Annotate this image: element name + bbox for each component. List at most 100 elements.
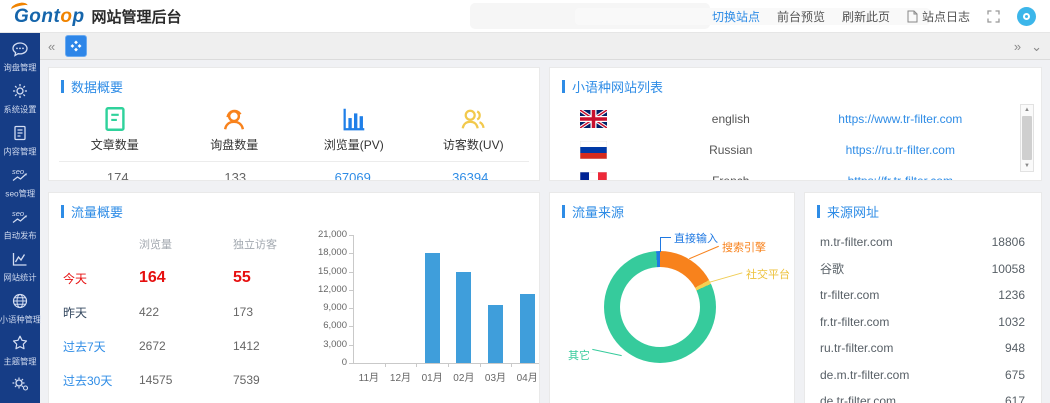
traffic-source-donut-chart: 直接输入 搜索引擎 社交平台 其它 搜索引擎 社交平台 直接输入 — [550, 225, 794, 403]
sidebar-item-languages[interactable]: 小语种管理 — [0, 292, 40, 326]
referrer-row: tr-filter.com1236 — [820, 282, 1025, 309]
column-header-pv: 浏览量 — [139, 227, 233, 261]
tabs-scroll-left-button[interactable]: « — [48, 40, 55, 53]
gears-icon — [11, 376, 29, 391]
traffic-row-yesterday-link[interactable]: 昨天 — [63, 295, 139, 329]
log-document-icon — [907, 10, 918, 23]
traffic-row-today-link[interactable]: 今天 — [63, 261, 139, 295]
sidebar-item-auto-publish[interactable]: seo 自动发布 — [0, 208, 40, 242]
traffic-uv-today: 55 — [233, 261, 313, 295]
y-axis-tick — [349, 326, 353, 327]
sidebar-item-tools[interactable] — [0, 376, 40, 391]
stat-value-visitors: 36394 — [412, 170, 530, 181]
x-axis-label: 01月 — [416, 369, 448, 384]
traffic-row-30days-link[interactable]: 过去30天 — [63, 363, 139, 397]
scroll-down-icon[interactable]: ▼ — [1024, 161, 1030, 171]
language-site-row: Russian https://ru.tr-filter.com — [580, 134, 1007, 165]
language-name: French — [668, 174, 794, 182]
gear-icon — [11, 82, 29, 100]
sidebar-item-system-settings[interactable]: 系统设置 — [0, 82, 40, 116]
sidebar-item-content[interactable]: 内容管理 — [0, 124, 40, 158]
panel-data-summary: 数据概要 文章数量 询盘数量 浏览量(PV) — [48, 67, 540, 181]
stat-value-articles: 174 — [59, 170, 177, 181]
sidebar-item-inquiry[interactable]: 询盘管理 — [0, 40, 40, 74]
referrer-row: de.tr-filter.com617 — [820, 388, 1025, 403]
site-url-link[interactable]: https://ru.tr-filter.com — [794, 143, 1007, 157]
user-avatar[interactable] — [1017, 7, 1036, 26]
tabs-more-button[interactable]: ⌄ — [1031, 40, 1042, 53]
panel-title: 流量概要 — [49, 193, 539, 225]
x-axis-tick — [385, 363, 386, 367]
stat-value-inquiries: 133 — [177, 170, 295, 181]
traffic-row-7days-link[interactable]: 过去7天 — [63, 329, 139, 363]
y-axis-label: 0 — [313, 357, 347, 368]
stat-visitors: 访客数(UV) — [414, 101, 534, 153]
x-axis-tick — [480, 363, 481, 367]
left-sidebar: 询盘管理 系统设置 内容管理 seo seo管理 seo 自动发布 网站统计 小… — [0, 33, 40, 403]
x-axis-label: 12月 — [385, 369, 417, 384]
sidebar-item-themes[interactable]: 主题管理 — [0, 334, 40, 368]
language-site-row: english https://www.tr-filter.com — [580, 103, 1007, 134]
y-axis-label: 9,000 — [313, 302, 347, 313]
panel-language-sites: 小语种网站列表 english https://www.tr-filter.co… — [549, 67, 1042, 181]
logo-text: p — [72, 6, 84, 27]
page-title: 网站管理后台 — [92, 6, 182, 27]
switch-site-link[interactable]: 切换站点 — [712, 8, 760, 25]
seo-icon: seo — [10, 166, 30, 184]
tab-dashboard[interactable] — [65, 35, 87, 57]
language-name: Russian — [668, 143, 794, 157]
site-url-link[interactable]: https://fr.tr-filter.com — [794, 174, 1007, 182]
dashboard-icon — [70, 40, 82, 52]
scrollbar-thumb[interactable] — [1022, 116, 1032, 160]
referrer-row: ru.tr-filter.com948 — [820, 335, 1025, 362]
panel-title: 小语种网站列表 — [550, 68, 1041, 100]
tabs-scroll-right-button[interactable]: » — [1014, 40, 1021, 53]
customer-service-icon — [220, 105, 248, 133]
traffic-uv-7days: 1412 — [233, 329, 313, 363]
column-header-uv: 独立访客 — [233, 227, 313, 261]
y-axis-label: 12,000 — [313, 284, 347, 295]
russia-flag-icon — [580, 141, 607, 159]
y-axis-line — [353, 235, 354, 364]
brand-logo: Gontop — [14, 7, 85, 26]
scroll-up-icon[interactable]: ▲ — [1024, 105, 1030, 115]
callout-other: 其它 — [568, 347, 590, 363]
callout-search: 搜索引擎 — [722, 239, 766, 255]
y-axis-tick — [349, 253, 353, 254]
globe-icon — [11, 292, 29, 310]
x-axis-tick — [416, 363, 417, 367]
tab-bar: « » ⌄ — [40, 33, 1050, 60]
referrer-row: 谷歌10058 — [820, 256, 1025, 283]
language-name: english — [668, 112, 794, 126]
sidebar-item-seo[interactable]: seo seo管理 — [0, 166, 40, 200]
svg-text:seo: seo — [12, 167, 24, 176]
monthly-traffic-bar-chart: 03,0006,0009,00012,00015,00018,00021,000… — [313, 229, 535, 397]
sidebar-item-statistics[interactable]: 网站统计 — [0, 250, 40, 284]
scrollbar[interactable]: ▲ ▼ — [1020, 104, 1034, 172]
site-log-link[interactable]: 站点日志 — [907, 8, 970, 25]
bar-03月 — [488, 305, 503, 363]
x-axis-label: 04月 — [511, 369, 540, 384]
panel-traffic-source: 流量来源 直接输入 搜索引擎 社交平台 其它 搜索 — [549, 192, 795, 403]
x-axis-label: 03月 — [480, 369, 512, 384]
frontend-preview-link[interactable]: 前台预览 — [777, 8, 825, 25]
fullscreen-icon[interactable] — [987, 10, 1000, 23]
publish-icon: seo — [10, 208, 30, 226]
panel-title: 流量来源 — [550, 193, 794, 225]
bar-01月 — [425, 253, 440, 363]
bar-02月 — [456, 272, 471, 363]
y-axis-tick — [349, 345, 353, 346]
uk-flag-icon — [580, 110, 607, 128]
site-url-link[interactable]: https://www.tr-filter.com — [794, 112, 1007, 126]
stat-articles: 文章数量 — [55, 101, 175, 153]
y-axis-label: 15,000 — [313, 266, 347, 277]
refresh-page-link[interactable]: 刷新此页 — [842, 8, 890, 25]
y-axis-tick — [349, 235, 353, 236]
svg-text:seo: seo — [12, 209, 24, 218]
traffic-uv-yesterday: 173 — [233, 295, 313, 329]
panel-traffic-summary: 流量概要 浏览量 独立访客 今天 164 55 昨天 — [48, 192, 540, 403]
stat-inquiries: 询盘数量 — [175, 101, 295, 153]
y-axis-label: 3,000 — [313, 339, 347, 350]
referrer-row: fr.tr-filter.com1032 — [820, 309, 1025, 336]
referrer-row: m.tr-filter.com18806 — [820, 229, 1025, 256]
